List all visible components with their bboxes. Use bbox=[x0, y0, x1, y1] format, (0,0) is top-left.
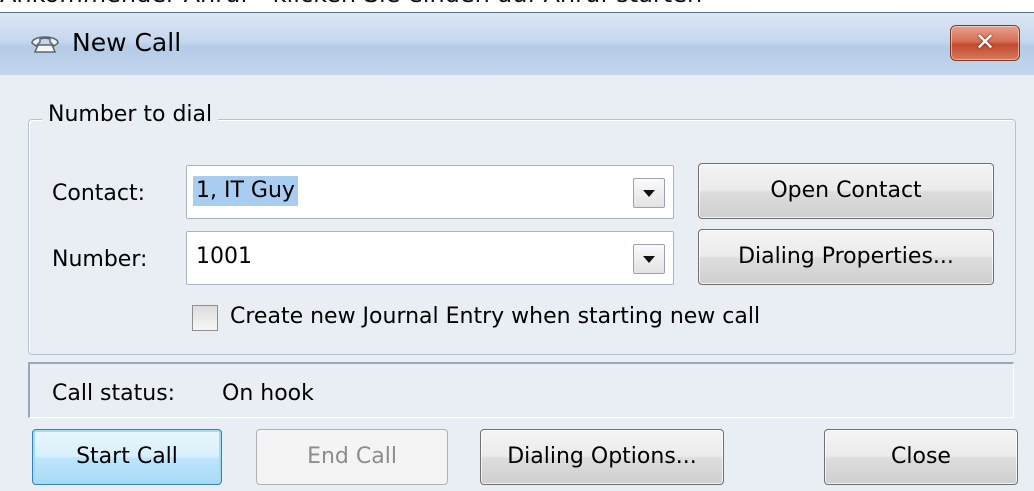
contact-combobox[interactable]: 1, IT Guy bbox=[186, 165, 674, 219]
group-title: Number to dial bbox=[42, 100, 219, 130]
chevron-down-icon bbox=[643, 190, 655, 197]
call-status-value: On hook bbox=[222, 381, 314, 406]
open-contact-button[interactable]: Open Contact bbox=[698, 163, 994, 219]
phone-icon bbox=[31, 36, 59, 53]
contact-label: Contact: bbox=[52, 181, 146, 206]
title-bar[interactable]: New Call ✕ bbox=[0, 13, 1034, 75]
window-title: New Call bbox=[72, 28, 182, 57]
contact-value[interactable]: 1, IT Guy bbox=[193, 176, 298, 206]
dialog-body: Number to dial Contact: 1, IT Guy Open C… bbox=[0, 75, 1034, 491]
end-call-button[interactable]: End Call bbox=[256, 429, 448, 485]
number-combobox[interactable]: 1001 bbox=[186, 231, 674, 285]
close-icon[interactable]: ✕ bbox=[950, 25, 1020, 61]
journal-entry-checkbox[interactable] bbox=[192, 305, 218, 331]
dialing-properties-button[interactable]: Dialing Properties... bbox=[698, 229, 994, 285]
start-call-button[interactable]: Start Call bbox=[32, 429, 222, 485]
number-value[interactable]: 1001 bbox=[193, 242, 255, 272]
number-dropdown-button[interactable] bbox=[633, 244, 665, 274]
journal-entry-label[interactable]: Create new Journal Entry when starting n… bbox=[230, 302, 760, 332]
call-status-panel bbox=[28, 362, 1014, 418]
close-button[interactable]: Close bbox=[824, 429, 1018, 485]
number-label: Number: bbox=[52, 247, 148, 272]
chevron-down-icon bbox=[643, 256, 655, 263]
dialing-options-button[interactable]: Dialing Options... bbox=[480, 429, 724, 485]
call-status-label: Call status: bbox=[52, 381, 176, 406]
contact-dropdown-button[interactable] bbox=[633, 178, 665, 208]
new-call-dialog: New Call ✕ Number to dial Contact: 1, IT… bbox=[0, 12, 1034, 491]
